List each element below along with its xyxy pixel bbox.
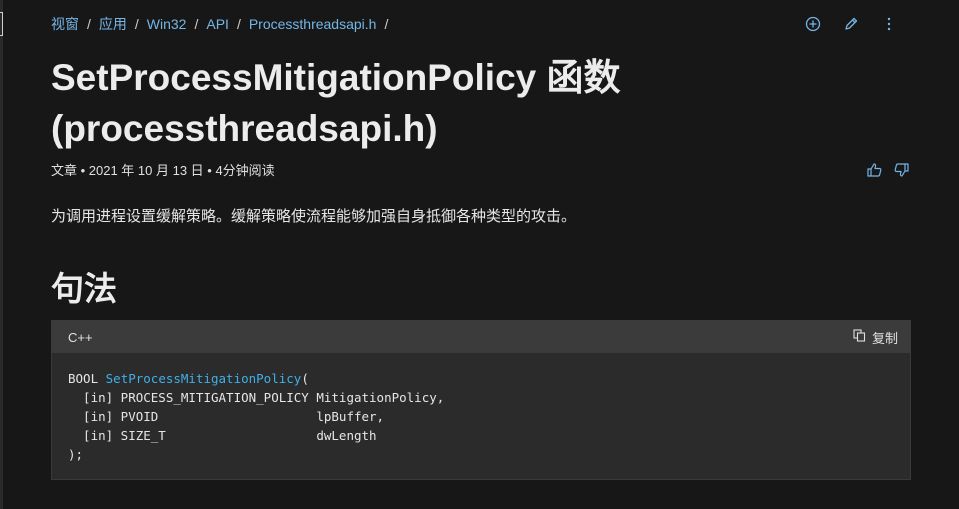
code-function-name: SetProcessMitigationPolicy xyxy=(105,371,302,386)
thumbs-up-icon[interactable] xyxy=(865,160,885,180)
breadcrumb-item-apps[interactable]: 应用 xyxy=(99,14,127,34)
code-block: C++ 复制 BOOL SetProcessMitigationPolicy( … xyxy=(51,320,911,480)
page-title-line-2: (processthreadsapi.h) xyxy=(51,108,438,149)
code-content: BOOL SetProcessMitigationPolicy( [in] PR… xyxy=(52,353,910,480)
copy-button[interactable]: 复制 xyxy=(853,328,898,347)
section-heading-syntax: 句法 xyxy=(51,270,117,307)
code-keyword: BOOL xyxy=(68,371,99,386)
page-actions xyxy=(803,14,899,34)
breadcrumb-separator: / xyxy=(87,16,91,32)
breadcrumb-item-processthreadsapi[interactable]: Processthreadsapi.h xyxy=(249,16,377,32)
sidebar-toggle[interactable] xyxy=(0,12,3,36)
breadcrumb-separator: / xyxy=(134,16,139,32)
intro-paragraph: 为调用进程设置缓解策略。缓解策略使流程能够加强自身抵御各种类型的攻击。 xyxy=(51,208,577,225)
breadcrumb-item-win32[interactable]: Win32 xyxy=(147,16,187,32)
code-param-line: [in] PVOID lpBuffer, xyxy=(68,409,385,424)
breadcrumb-item-api[interactable]: API xyxy=(206,16,229,32)
code-param-line: [in] PROCESS_MITIGATION_POLICY Mitigatio… xyxy=(68,390,445,405)
code-param-line: [in] SIZE_T dwLength xyxy=(68,428,377,443)
breadcrumb: 视窗 / 应用 / Win32 / API / Processthreadsap… xyxy=(51,14,911,34)
page-title: SetProcessMitigationPolicy 函数 (processth… xyxy=(51,52,751,154)
copy-label: 复制 xyxy=(871,330,898,346)
code-language: C++ xyxy=(68,329,93,345)
breadcrumb-separator: / xyxy=(236,16,241,32)
left-edge xyxy=(0,0,3,509)
top-bar: 视窗 / 应用 / Win32 / API / Processthreadsap… xyxy=(51,14,911,34)
breadcrumb-separator: / xyxy=(384,16,389,32)
code-open-paren: ( xyxy=(301,371,309,386)
edit-icon[interactable] xyxy=(841,14,861,34)
more-icon[interactable] xyxy=(879,14,899,34)
code-close: ); xyxy=(68,447,84,462)
article-meta: 文章 • 2021 年 10 月 13 日 • 4分钟阅读 xyxy=(51,163,275,178)
breadcrumb-item-windows[interactable]: 视窗 xyxy=(51,14,79,34)
thumbs-down-icon[interactable] xyxy=(891,160,911,180)
feedback-buttons xyxy=(865,160,911,180)
copy-icon xyxy=(853,329,866,345)
breadcrumb-separator: / xyxy=(194,16,199,32)
code-header: C++ 复制 xyxy=(52,321,910,353)
page-title-line-1: SetProcessMitigationPolicy 函数 xyxy=(51,57,621,98)
add-icon[interactable] xyxy=(803,14,823,34)
